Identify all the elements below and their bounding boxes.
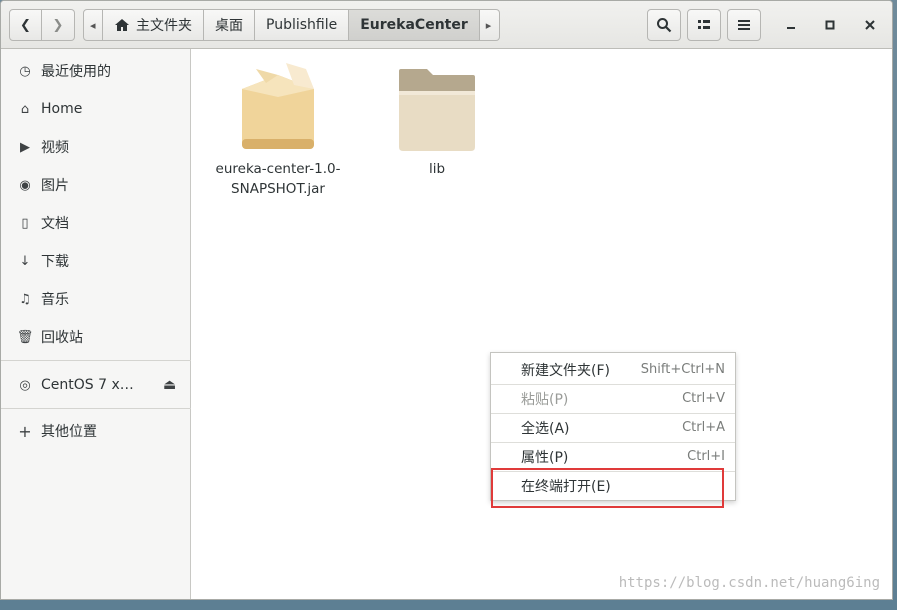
camera-icon: ◉ [19, 177, 31, 193]
app-menu-button[interactable] [727, 9, 761, 41]
search-icon [657, 18, 672, 33]
sidebar-item-label: 文档 [41, 216, 69, 232]
file-item[interactable]: eureka-center-1.0- SNAPSHOT.jar [212, 61, 344, 199]
sidebar-item-label: 下载 [41, 254, 69, 270]
sidebar: ◷ 最近使用的 ⌂ Home ▶ 视频 ◉ 图片 ▯ 文档 ↓ 下载 ♫ 音乐 … [1, 49, 191, 599]
home-icon [115, 19, 129, 31]
maximize-icon [825, 20, 835, 30]
sidebar-item-label: 回收站 [41, 330, 83, 346]
close-button[interactable] [854, 9, 886, 41]
sidebar-item-recent[interactable]: ◷ 最近使用的 [1, 53, 191, 89]
list-view-icon [698, 20, 710, 29]
minimize-icon [787, 27, 795, 29]
breadcrumb-publishfile[interactable]: Publishfile [255, 9, 350, 41]
sidebar-item-pictures[interactable]: ◉ 图片 [1, 167, 191, 203]
header-bar: ❮ ❯ ◂ 主文件夹 桌面 Publishfile EurekaCenter ▸ [1, 1, 892, 49]
menu-item-paste[interactable]: 粘贴(P) Ctrl+V [491, 384, 735, 413]
music-icon: ♫ [19, 291, 31, 307]
forward-button[interactable]: ❯ [42, 9, 75, 41]
download-icon: ↓ [19, 253, 31, 269]
path-scroll-left-button[interactable]: ◂ [83, 9, 103, 41]
view-toggle-button[interactable] [687, 9, 721, 41]
breadcrumb-label: EurekaCenter [360, 17, 468, 33]
nav-buttons: ❮ ❯ [9, 9, 75, 41]
breadcrumb-label: 主文件夹 [136, 18, 192, 34]
hamburger-menu-icon [738, 20, 750, 30]
search-button[interactable] [647, 9, 681, 41]
home-icon: ⌂ [20, 101, 30, 117]
file-name: eureka-center-1.0- SNAPSHOT.jar [215, 161, 341, 197]
clock-icon: ◷ [19, 63, 31, 79]
watermark: https://blog.csdn.net/huang6ing [618, 575, 880, 591]
plus-icon: + [18, 421, 32, 441]
minimize-button[interactable] [775, 9, 807, 41]
breadcrumb-label: 桌面 [215, 18, 243, 34]
breadcrumb-home[interactable]: 主文件夹 [103, 9, 204, 41]
folder-icon [399, 69, 475, 151]
sidebar-item-label: 其他位置 [41, 424, 97, 440]
sidebar-item-home[interactable]: ⌂ Home [1, 91, 191, 127]
sidebar-item-other-locations[interactable]: + 其他位置 [1, 413, 191, 449]
maximize-button[interactable] [814, 9, 846, 41]
sidebar-item-videos[interactable]: ▶ 视频 [1, 129, 191, 165]
close-icon [865, 20, 875, 30]
chevron-right-icon: ❯ [52, 17, 64, 33]
sidebar-item-label: 图片 [41, 178, 69, 194]
sidebar-item-music[interactable]: ♫ 音乐 [1, 281, 191, 317]
package-icon [242, 63, 314, 149]
folder-item[interactable]: lib [371, 61, 503, 179]
eject-icon[interactable]: ⏏ [163, 377, 176, 393]
breadcrumb-label: Publishfile [266, 17, 338, 33]
sidebar-item-label: Home [41, 101, 83, 117]
back-button[interactable]: ❮ [9, 9, 42, 41]
sidebar-item-downloads[interactable]: ↓ 下载 [1, 243, 191, 279]
video-icon: ▶ [20, 139, 30, 155]
path-scroll-right-button[interactable]: ▸ [479, 9, 500, 41]
menu-item-properties[interactable]: 属性(P) Ctrl+I [491, 442, 735, 471]
menu-item-new-folder[interactable]: 新建文件夹(F) Shift+Ctrl+N [491, 355, 735, 384]
arrow-left-icon: ◂ [90, 18, 96, 32]
sidebar-item-label: 最近使用的 [41, 64, 111, 80]
sidebar-item-label: CentOS 7 x… [41, 377, 134, 393]
file-name: lib [428, 161, 446, 177]
file-manager-window: ❮ ❯ ◂ 主文件夹 桌面 Publishfile EurekaCenter ▸… [0, 0, 893, 600]
trash-icon: 🗑 [16, 329, 34, 345]
sidebar-item-trash[interactable]: 🗑 回收站 [1, 319, 191, 355]
sidebar-item-label: 视频 [41, 140, 69, 156]
file-view[interactable]: eureka-center-1.0- SNAPSHOT.jar lib [192, 49, 892, 599]
sidebar-separator [1, 408, 191, 409]
breadcrumb-eurekacenter[interactable]: EurekaCenter [349, 9, 480, 41]
sidebar-separator [1, 360, 191, 361]
sidebar-item-label: 音乐 [41, 292, 69, 308]
chevron-left-icon: ❮ [20, 17, 31, 33]
arrow-right-icon: ▸ [485, 18, 492, 32]
menu-item-select-all[interactable]: 全选(A) Ctrl+A [491, 413, 735, 442]
document-icon: ▯ [21, 215, 29, 231]
disc-icon: ◎ [19, 377, 31, 393]
sidebar-item-documents[interactable]: ▯ 文档 [1, 205, 191, 241]
breadcrumb-desktop[interactable]: 桌面 [204, 9, 255, 41]
sidebar-item-centos-drive[interactable]: ◎ CentOS 7 x… ⏏ [1, 367, 191, 403]
breadcrumb: ◂ 主文件夹 桌面 Publishfile EurekaCenter ▸ [83, 9, 500, 41]
highlight-annotation-box [491, 468, 724, 508]
